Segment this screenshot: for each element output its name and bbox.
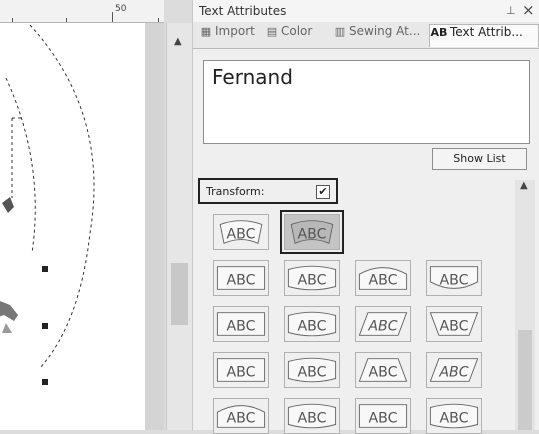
transform-option-label: ABC: [297, 227, 326, 243]
transform-option[interactable]: ABC: [426, 352, 482, 388]
transform-option[interactable]: ABC: [355, 260, 411, 296]
transform-option-label: ABC: [439, 411, 468, 427]
text-value: Fernand: [212, 65, 293, 89]
transform-preview: ABC: [216, 312, 266, 336]
transform-row: Transform: ✔: [198, 178, 338, 204]
transform-checkbox[interactable]: ✔: [316, 185, 330, 199]
transform-preview: ABC: [429, 266, 479, 289]
tab-sewing-attributes[interactable]: ▥ Sewing At...: [333, 24, 427, 46]
transform-preview: ABC: [358, 358, 408, 382]
transform-option-label: ABC: [297, 319, 326, 335]
panel-title-bar: Text Attributes ⊥ ×: [193, 0, 539, 22]
selection-handle[interactable]: [42, 266, 48, 272]
transform-option[interactable]: ABC: [355, 398, 411, 434]
transform-option-label: ABC: [297, 411, 326, 427]
horizontal-ruler: 50: [0, 0, 164, 23]
transform-option[interactable]: ABC: [213, 260, 269, 296]
transform-option[interactable]: ABC: [284, 306, 340, 342]
import-icon: ▦: [200, 25, 212, 38]
transform-option-label: ABC: [438, 365, 468, 381]
transform-preview: ABC: [429, 403, 479, 429]
transform-preview: ABC: [290, 220, 334, 245]
transform-preview: ABC: [429, 358, 479, 382]
transform-option-label: ABC: [297, 365, 326, 381]
show-list-button[interactable]: Show List: [432, 148, 527, 170]
transform-option-label: ABC: [226, 273, 255, 289]
pin-icon[interactable]: ⊥: [506, 4, 516, 17]
transform-option-label: ABC: [368, 411, 397, 427]
tab-label: Text Attrib...: [450, 25, 523, 39]
scrollbar-thumb[interactable]: [518, 330, 532, 430]
transform-option[interactable]: ABC: [284, 398, 340, 434]
transform-option-label: ABC: [226, 365, 255, 381]
text-input[interactable]: Fernand: [203, 60, 530, 144]
tab-color[interactable]: ▤ Color: [265, 24, 329, 46]
transform-option[interactable]: ABC: [213, 214, 269, 250]
transform-preview: ABC: [358, 267, 408, 290]
selection-handle[interactable]: [42, 379, 48, 385]
transform-preview: ABC: [358, 404, 408, 428]
transform-option-label: ABC: [439, 319, 468, 335]
selection-handle[interactable]: [42, 323, 48, 329]
ruler-label: 50: [115, 4, 127, 14]
transform-option-label: ABC: [439, 273, 468, 289]
transform-preview: ABC: [216, 266, 266, 290]
panel-tabs: ▦ Import ▤ Color ▥ Sewing At... AB Text Attr…: [193, 22, 539, 49]
transform-preview: ABC: [287, 403, 337, 429]
transform-option[interactable]: ABC: [213, 398, 269, 434]
transform-option-label: ABC: [226, 227, 255, 243]
design-canvas[interactable]: [0, 23, 145, 430]
transform-option[interactable]: ABC: [280, 210, 344, 254]
transform-option[interactable]: ABC: [355, 306, 411, 342]
scroll-up-arrow-icon[interactable]: ▲: [174, 36, 182, 47]
close-icon[interactable]: ×: [522, 1, 535, 19]
scrollbar-thumb[interactable]: [171, 263, 188, 325]
tab-label: Color: [281, 24, 313, 38]
transform-option[interactable]: ABC: [284, 352, 340, 388]
tab-label: Sewing At...: [349, 24, 421, 38]
transform-option-label: ABC: [226, 319, 255, 335]
transform-option-label: ABC: [368, 365, 397, 381]
transform-option-label: ABC: [368, 273, 397, 289]
text-attributes-icon: AB: [430, 26, 448, 39]
transform-grid-scrollbar[interactable]: ▲: [515, 180, 535, 430]
transform-option[interactable]: ABC: [426, 398, 482, 434]
transform-preview: ABC: [287, 265, 337, 291]
transform-option[interactable]: ABC: [426, 306, 482, 342]
transform-label: Transform:: [206, 185, 265, 198]
transform-preview: ABC: [287, 357, 337, 383]
transform-preview: ABC: [429, 312, 479, 336]
tab-text-attributes[interactable]: AB Text Attrib...: [429, 24, 539, 47]
canvas-drawing: [0, 24, 95, 369]
transform-option[interactable]: ABC: [284, 260, 340, 296]
transform-option-label: ABC: [226, 411, 255, 427]
color-icon: ▤: [266, 25, 278, 38]
transform-option[interactable]: ABC: [213, 352, 269, 388]
transform-preview: ABC: [287, 311, 337, 337]
transform-preview: ABC: [358, 312, 408, 336]
scroll-up-arrow-icon[interactable]: ▲: [520, 180, 528, 191]
tab-import[interactable]: ▦ Import: [199, 24, 263, 46]
transform-option-label: ABC: [367, 319, 397, 335]
transform-option[interactable]: ABC: [213, 306, 269, 342]
canvas-margin: [145, 23, 164, 430]
transform-option-label: ABC: [297, 273, 326, 289]
transform-preview: ABC: [216, 405, 266, 428]
canvas-vertical-scrollbar[interactable]: ▲: [166, 23, 192, 430]
transform-option[interactable]: ABC: [355, 352, 411, 388]
transform-preview: ABC: [216, 358, 266, 382]
tab-label: Import: [215, 24, 255, 38]
text-attributes-panel: Text Attributes ⊥ × ▦ Import ▤ Color ▥ Sewi…: [192, 0, 539, 434]
sewing-icon: ▥: [334, 25, 346, 38]
transform-option[interactable]: ABC: [426, 260, 482, 296]
transform-preview: ABC: [219, 220, 263, 245]
panel-title: Text Attributes: [199, 4, 287, 18]
